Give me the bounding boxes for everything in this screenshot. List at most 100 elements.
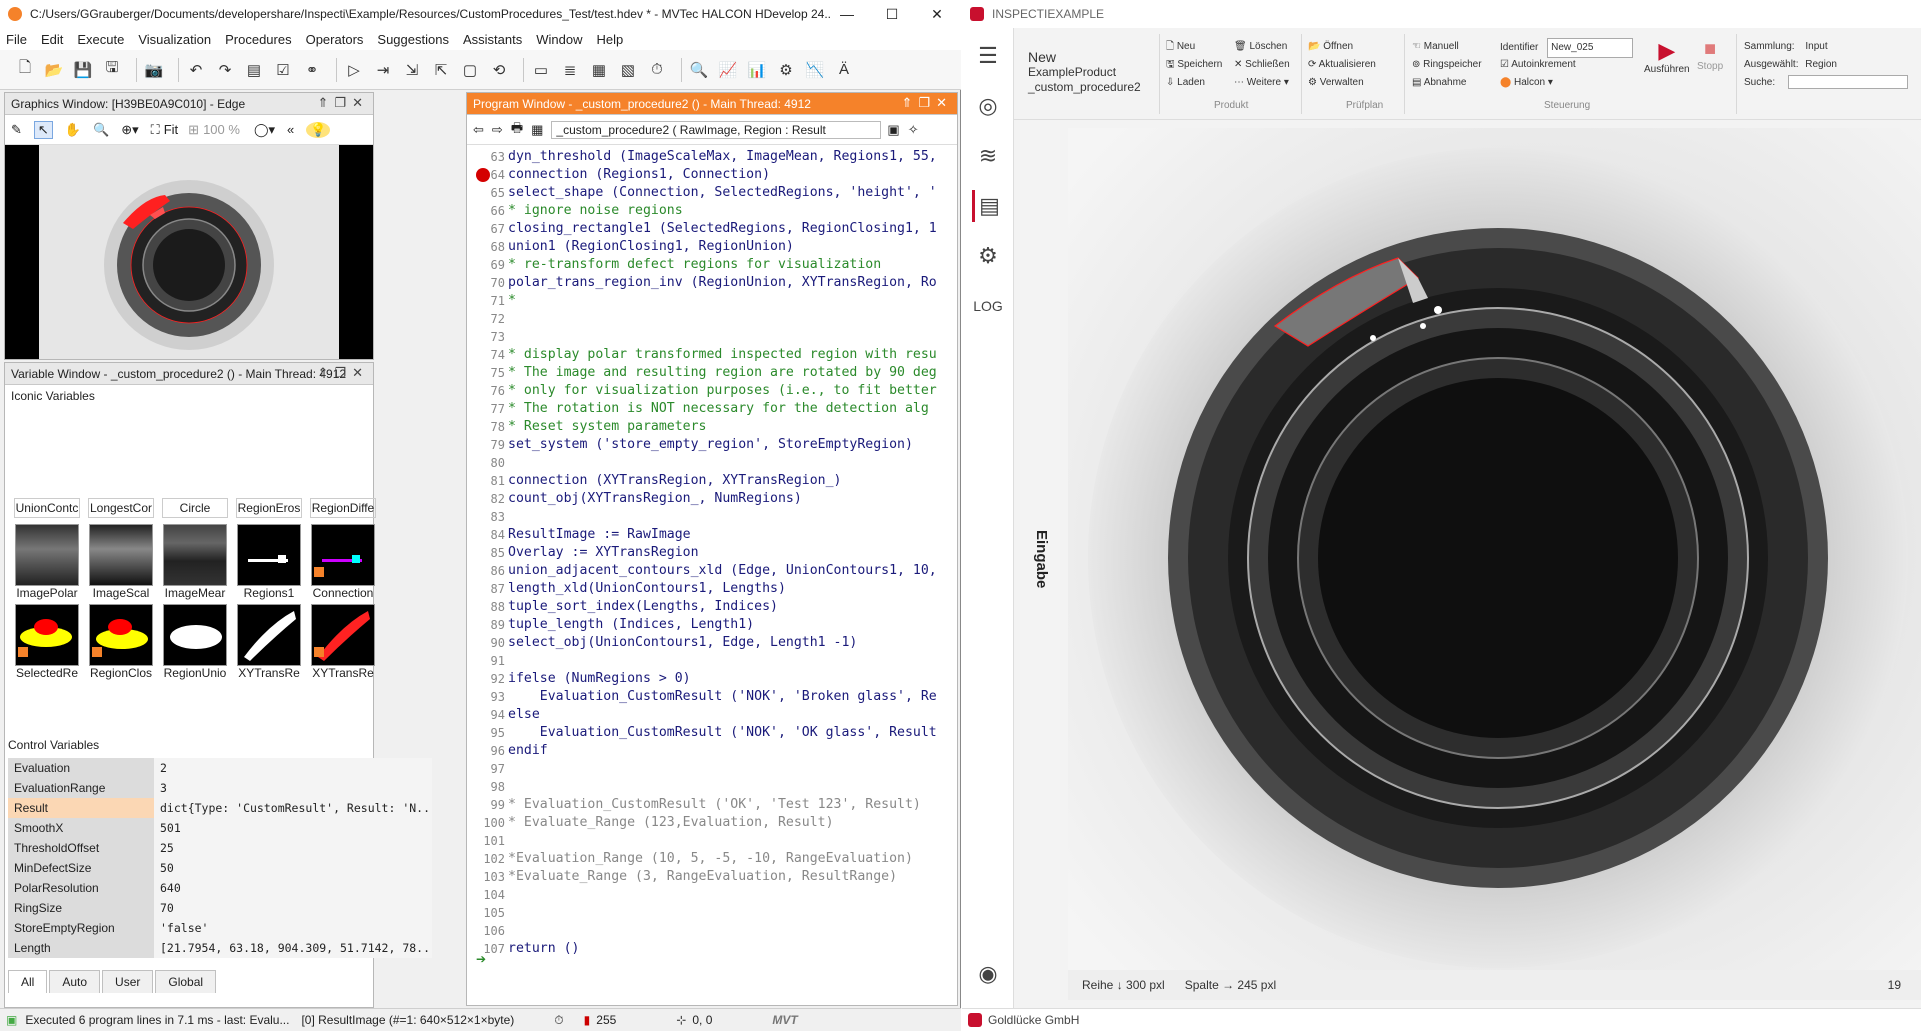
iconic-thumb[interactable]: XYTransRe bbox=[310, 604, 376, 682]
code-line[interactable]: 105 bbox=[472, 904, 950, 922]
code-line[interactable]: 102 *Evaluation_Range (10, 5, -5, -10, Ra… bbox=[472, 850, 950, 868]
code-line[interactable]: 100 * Evaluate_Range (123,Evaluation, Res… bbox=[472, 814, 950, 832]
redo-icon[interactable]: ↷ bbox=[214, 59, 236, 81]
document-icon[interactable]: ▭ bbox=[530, 59, 552, 81]
acceptance-button[interactable]: ▤ Abnahme bbox=[1412, 74, 1482, 92]
code-line[interactable]: 94 else bbox=[472, 706, 950, 724]
shape-icon[interactable]: ◯▾ bbox=[254, 122, 275, 138]
code-line[interactable]: 88 tuple_sort_index(Lengths, Indices) bbox=[472, 598, 950, 616]
panel-controls[interactable]: ⇑❐✕ bbox=[318, 95, 369, 111]
variable-row[interactable]: ThresholdOffset 25 bbox=[8, 837, 432, 858]
code-line[interactable]: 65 select_shape (Connection, SelectedRegi… bbox=[472, 184, 950, 202]
identifier-input[interactable]: New_025 bbox=[1547, 38, 1634, 58]
menu-edit[interactable]: Edit bbox=[41, 32, 63, 47]
step-out-icon[interactable]: ⇱ bbox=[430, 59, 452, 81]
save-icon[interactable]: 💾 bbox=[72, 59, 94, 81]
refresh-button[interactable]: ⟳ Aktualisieren bbox=[1308, 56, 1376, 74]
halcon-dropdown[interactable]: ⬤ Halcon ▾ bbox=[1500, 74, 1633, 92]
graphics-canvas[interactable] bbox=[5, 145, 373, 359]
layers-icon[interactable]: ≋ bbox=[972, 140, 1004, 172]
menu-operators[interactable]: Operators bbox=[306, 32, 364, 47]
undo-icon[interactable]: ↶ bbox=[185, 59, 207, 81]
user-icon[interactable]: ◉ bbox=[972, 958, 1004, 990]
forward-icon[interactable]: ⇨ bbox=[492, 122, 503, 138]
list-icon[interactable]: ≣ bbox=[559, 59, 581, 81]
variable-row-selected[interactable]: Result dict{Type: 'CustomResult', Result:… bbox=[8, 797, 432, 818]
histogram-icon[interactable]: 📈 bbox=[717, 59, 739, 81]
menu-suggestions[interactable]: Suggestions bbox=[377, 32, 449, 47]
graphics-icon[interactable]: ▦ bbox=[588, 59, 610, 81]
tab-all[interactable]: All bbox=[8, 970, 48, 993]
step-into-icon[interactable]: ⇲ bbox=[401, 59, 423, 81]
iconic-thumb[interactable]: Connection bbox=[310, 524, 376, 602]
code-line[interactable]: 97 bbox=[472, 760, 950, 778]
code-line[interactable]: 66 * ignore noise regions bbox=[472, 202, 950, 220]
variables-icon[interactable]: ▧ bbox=[617, 59, 639, 81]
fit-icon[interactable]: ⛶ bbox=[151, 122, 160, 138]
code-line[interactable]: 63 dyn_threshold (ImageScaleMax, ImageMea… bbox=[472, 148, 950, 166]
code-line[interactable]: 106 bbox=[472, 922, 950, 940]
code-line[interactable]: 73 bbox=[472, 328, 950, 346]
zoom-level[interactable]: 100 % bbox=[203, 122, 240, 137]
code-line[interactable]: 85 Overlay := XYTransRegion bbox=[472, 544, 950, 562]
code-line[interactable]: 104 bbox=[472, 886, 950, 904]
code-line[interactable]: 74 * display polar transformed inspected … bbox=[472, 346, 950, 364]
autoincrement-checkbox[interactable]: ☑ Autoinkrement bbox=[1500, 56, 1633, 74]
collapse-icon[interactable]: « bbox=[287, 122, 294, 137]
iconic-thumb[interactable]: SelectedRe bbox=[14, 604, 80, 682]
new-file-icon[interactable]: 🗋 bbox=[14, 59, 36, 81]
iconic-name[interactable]: Circle bbox=[162, 498, 228, 518]
procedure-selector[interactable]: _custom_procedure2 ( RawImage, Region : … bbox=[551, 120, 882, 139]
code-line[interactable]: 70 polar_trans_region_inv (RegionUnion, X… bbox=[472, 274, 950, 292]
inspection-image[interactable] bbox=[1068, 128, 1921, 970]
iconic-name[interactable]: LongestCor bbox=[88, 498, 154, 518]
iconic-name[interactable]: UnionContc bbox=[14, 498, 80, 518]
line-profile-icon[interactable]: 📊 bbox=[746, 59, 768, 81]
new-button[interactable]: 🗋 Neu bbox=[1166, 38, 1222, 56]
menu-procedures[interactable]: Procedures bbox=[225, 32, 291, 47]
menu-window[interactable]: Window bbox=[536, 32, 582, 47]
run-button[interactable]: ▶ Ausführen bbox=[1644, 38, 1690, 75]
code-line[interactable]: 107 return () bbox=[472, 940, 950, 958]
iconic-thumb[interactable]: ImageScal bbox=[88, 524, 154, 602]
iconic-thumb[interactable]: RegionClos bbox=[88, 604, 154, 682]
code-line[interactable]: 93 Evaluation_CustomResult ('NOK', 'Brok… bbox=[472, 688, 950, 706]
brush-icon[interactable]: ✎ bbox=[11, 122, 22, 138]
code-line[interactable]: 67 closing_rectangle1 (SelectedRegions, R… bbox=[472, 220, 950, 238]
variable-row[interactable]: StoreEmptyRegion'false' bbox=[8, 917, 432, 938]
more-button[interactable]: ⋯ Weitere ▾ bbox=[1234, 74, 1290, 92]
procedure-edit-icon[interactable]: ▣ bbox=[887, 122, 899, 138]
run-icon[interactable]: ▷ bbox=[343, 59, 365, 81]
magnify-icon[interactable]: 🔍 bbox=[93, 122, 109, 138]
manage-button[interactable]: ⚙ Verwalten bbox=[1308, 74, 1376, 92]
hand-icon[interactable]: ✋ bbox=[65, 122, 81, 138]
code-line[interactable]: 99 * Evaluation_CustomResult ('OK', 'Test… bbox=[472, 796, 950, 814]
camera-shutter-icon[interactable]: ◎ bbox=[972, 90, 1004, 122]
document-icon[interactable]: ▤ bbox=[972, 190, 1004, 222]
panel-controls[interactable]: ⇑❐✕ bbox=[318, 365, 369, 381]
code-line[interactable]: 103 *Evaluate_Range (3, RangeEvaluation, … bbox=[472, 868, 950, 886]
code-line[interactable]: 86 union_adjacent_contours_xld (Edge, Uni… bbox=[472, 562, 950, 580]
code-line[interactable]: 92 ifelse (NumRegions > 0) bbox=[472, 670, 950, 688]
open-button[interactable]: 📂 Öffnen bbox=[1308, 38, 1376, 56]
search-input[interactable] bbox=[1787, 75, 1908, 90]
iconic-thumb[interactable]: ImageMear bbox=[162, 524, 228, 602]
code-line[interactable]: 64 connection (Regions1, Connection) bbox=[472, 166, 950, 184]
back-icon[interactable]: ⇦ bbox=[473, 122, 484, 138]
timer-icon[interactable]: ⏱ bbox=[646, 59, 668, 81]
variable-row[interactable]: RingSize 70 bbox=[8, 897, 432, 918]
program-icon[interactable]: ▤ bbox=[243, 59, 265, 81]
maximize-icon[interactable]: ☐ bbox=[870, 0, 914, 28]
menu-visualization[interactable]: Visualization bbox=[138, 32, 211, 47]
inspect-icon[interactable]: ⚙ bbox=[775, 59, 797, 81]
wand-icon[interactable]: ✧ bbox=[908, 122, 919, 138]
iconic-name[interactable]: RegionDiffe bbox=[310, 498, 376, 518]
code-line[interactable]: 77 * The rotation is NOT necessary for th… bbox=[472, 400, 950, 418]
log-icon[interactable]: LOG bbox=[972, 290, 1004, 322]
code-line[interactable]: 75 * The image and resulting region are r… bbox=[472, 364, 950, 382]
panel-controls[interactable]: ⇑❐✕ bbox=[902, 95, 953, 111]
manual-button[interactable]: ☜ Manuell bbox=[1412, 38, 1482, 56]
close-product-button[interactable]: ✕ Schließen bbox=[1234, 56, 1290, 74]
code-line[interactable]: 90 select_obj(UnionContours1, Edge, Lengt… bbox=[472, 634, 950, 652]
menu-execute[interactable]: Execute bbox=[77, 32, 124, 47]
